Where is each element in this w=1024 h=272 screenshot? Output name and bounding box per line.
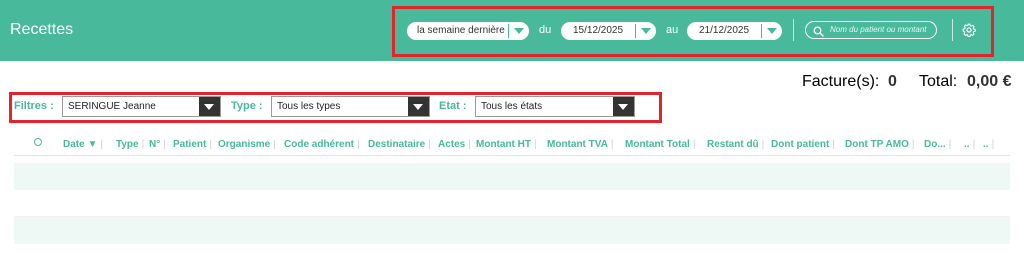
column-header-code-adherent[interactable]: Code adhérent | — [284, 139, 360, 150]
type-select-value: Tous les types — [277, 101, 341, 112]
column-header-destinataire[interactable]: Destinataire | — [368, 139, 431, 150]
page-title: Recettes — [10, 21, 74, 38]
from-date-picker[interactable]: 15/12/2025 — [561, 22, 656, 40]
column-header-type[interactable]: Type | — [116, 139, 144, 150]
search-input[interactable]: Nom du patient ou montant — [805, 21, 937, 39]
table-header: Date ▼ | Type | N° | Patient | Organisme | Co… — [14, 132, 1010, 156]
column-header-dont-tp-amo[interactable]: Dont TP AMO | — [845, 139, 915, 150]
chevron-down-icon — [204, 104, 214, 110]
state-label: Etat : — [439, 100, 467, 112]
total-label: Total: — [919, 73, 958, 90]
column-header-restant-du[interactable]: Restant dû | — [707, 139, 764, 150]
divider — [952, 19, 953, 41]
practitioner-select-value: SERINGUE Jeanne — [68, 101, 156, 112]
filters-label: Filtres : — [14, 100, 54, 112]
column-header-truncated[interactable]: .. | — [983, 139, 994, 150]
chevron-down-icon — [641, 28, 651, 34]
table-row — [14, 244, 1010, 271]
app-header: Recettes la semaine dernière du 15/12/20… — [0, 0, 1024, 61]
chevron-down-icon — [618, 104, 628, 110]
table-row — [14, 163, 1010, 190]
chevron-down-icon — [767, 28, 777, 34]
divider — [793, 19, 794, 41]
from-date-value: 15/12/2025 — [573, 25, 624, 36]
table-row — [14, 217, 1010, 244]
search-icon — [813, 24, 824, 42]
column-header-montant-ht[interactable]: Montant HT | — [476, 139, 537, 150]
column-header-montant-tva[interactable]: Montant TVA | — [547, 139, 614, 150]
column-header-montant-total[interactable]: Montant Total | — [625, 139, 695, 150]
gear-icon[interactable] — [962, 23, 976, 42]
from-label: du — [539, 24, 552, 36]
column-header-truncated[interactable]: Do... | — [924, 139, 951, 150]
column-header-date[interactable]: Date ▼ | — [63, 139, 103, 150]
table-row — [14, 190, 1010, 217]
type-label: Type : — [231, 100, 263, 112]
total-value: 0,00 € — [967, 73, 1012, 90]
to-date-value: 21/12/2025 — [699, 25, 750, 36]
select-all-radio[interactable] — [34, 138, 42, 146]
period-select[interactable]: la semaine dernière — [407, 22, 529, 40]
column-header-actes[interactable]: Actes | — [438, 139, 471, 150]
column-header-patient[interactable]: Patient | — [173, 139, 212, 150]
chevron-down-icon — [514, 28, 524, 34]
chevron-down-icon — [413, 104, 423, 110]
to-date-picker[interactable]: 21/12/2025 — [687, 22, 782, 40]
to-label: au — [666, 24, 679, 36]
period-select-value: la semaine dernière — [417, 25, 505, 36]
invoices-label: Facture(s): — [802, 73, 880, 90]
practitioner-select[interactable]: SERINGUE Jeanne — [62, 96, 221, 117]
state-select-value: Tous les états — [481, 101, 543, 112]
search-placeholder: Nom du patient ou montant — [830, 25, 927, 34]
column-header-number[interactable]: N° | — [149, 139, 166, 150]
type-select[interactable]: Tous les types — [271, 96, 430, 117]
column-header-dont-patient[interactable]: Dont patient | — [771, 139, 835, 150]
state-select[interactable]: Tous les états — [475, 96, 635, 117]
column-header-organisme[interactable]: Organisme | — [218, 139, 276, 150]
invoices-count: 0 — [888, 73, 897, 90]
column-header-truncated[interactable]: .. | — [964, 139, 975, 150]
